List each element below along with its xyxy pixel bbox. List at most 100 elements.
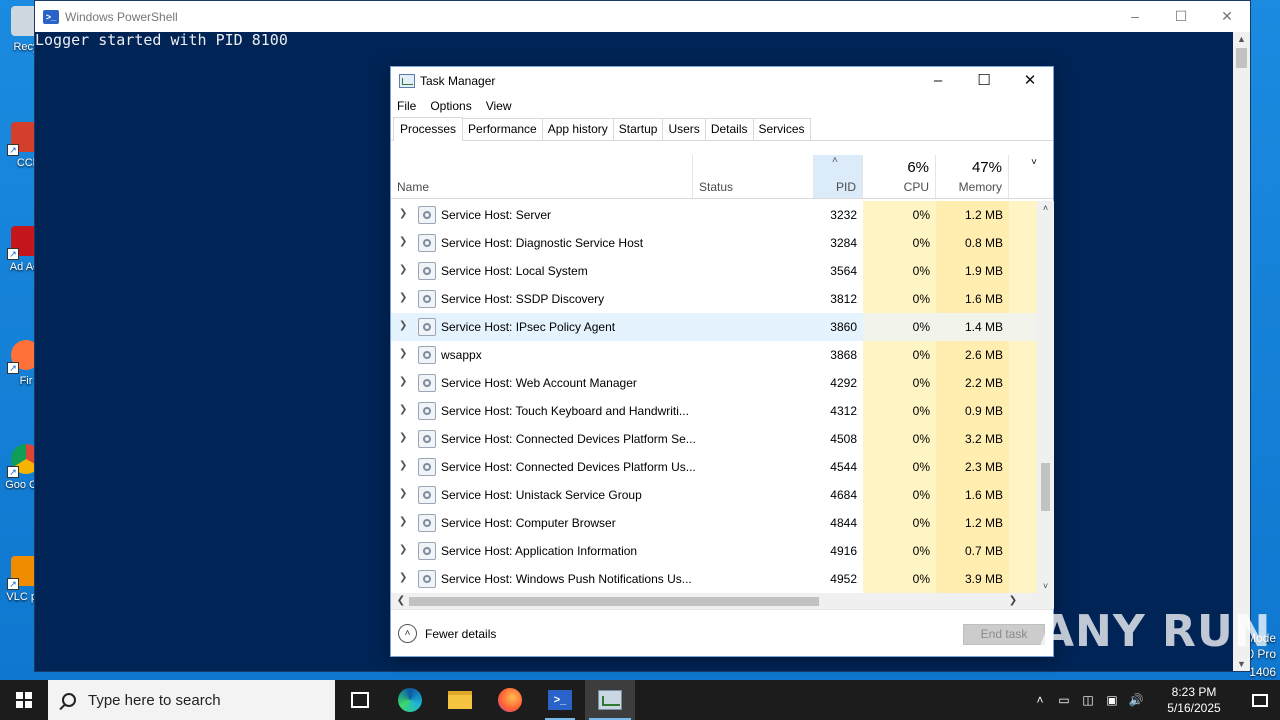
process-pid: 4312 xyxy=(830,404,857,418)
horizontal-scrollbar[interactable]: ❮ ❯ xyxy=(391,593,1037,609)
scroll-up-icon[interactable]: ▲ xyxy=(1233,32,1250,46)
process-row[interactable]: ❯ Service Host: Web Account Manager 4292 0%… xyxy=(391,369,1037,397)
tab-processes[interactable]: Processes xyxy=(393,117,464,141)
powershell-icon: >_ xyxy=(548,690,572,710)
tab-performance[interactable]: Performance xyxy=(462,118,543,140)
process-pid: 4952 xyxy=(830,572,857,586)
process-extra-cell xyxy=(1009,565,1037,593)
chevron-right-icon[interactable]: ❯ xyxy=(399,348,407,359)
chevron-right-icon[interactable]: ❯ xyxy=(399,264,407,275)
memory-total: 47% xyxy=(971,159,1002,176)
scroll-left-icon[interactable]: ❮ xyxy=(393,593,409,609)
task-view-button[interactable] xyxy=(335,680,385,720)
close-button[interactable]: ✕ xyxy=(1007,67,1053,95)
taskbar-firefox[interactable] xyxy=(485,680,535,720)
network-icon[interactable]: ▣ xyxy=(1100,693,1124,707)
taskbar-file-explorer[interactable] xyxy=(435,680,485,720)
chevron-right-icon[interactable]: ❯ xyxy=(399,236,407,247)
process-extra-cell xyxy=(1009,285,1037,313)
scroll-down-icon[interactable]: ▼ xyxy=(1233,657,1250,671)
minimize-button[interactable]: – xyxy=(1112,1,1158,32)
process-row[interactable]: ❯ Service Host: IPsec Policy Agent 3860 0% 1… xyxy=(391,313,1037,341)
process-row[interactable]: ❯ wsappx 3868 0% 2.6 MB xyxy=(391,341,1037,369)
process-name: wsappx xyxy=(441,348,482,362)
process-row[interactable]: ❯ Service Host: Application Information 49… xyxy=(391,537,1037,565)
task-manager-titlebar[interactable]: Task Manager – ☐ ✕ xyxy=(391,67,1053,95)
maximize-button[interactable]: ☐ xyxy=(961,67,1007,95)
column-name[interactable]: Name xyxy=(391,155,693,198)
process-cpu: 0% xyxy=(863,341,936,369)
usb-icon[interactable]: ◫ xyxy=(1076,693,1100,707)
process-list[interactable]: ❯ Service Host: Server 3232 0% 1.2 MB ❯ Servic… xyxy=(391,201,1037,593)
process-row[interactable]: ❯ Service Host: Computer Browser 4844 0% 1.2… xyxy=(391,509,1037,537)
chevron-right-icon[interactable]: ❯ xyxy=(399,544,407,555)
scroll-thumb[interactable] xyxy=(1041,463,1050,511)
taskbar-edge[interactable] xyxy=(385,680,435,720)
chevron-right-icon[interactable]: ❯ xyxy=(399,292,407,303)
scroll-right-icon[interactable]: ❯ xyxy=(1005,593,1021,609)
column-cpu[interactable]: 6% CPU xyxy=(863,155,936,198)
scroll-down-icon[interactable]: ˅ xyxy=(1037,579,1054,593)
process-row[interactable]: ❯ Service Host: Windows Push Notification… xyxy=(391,565,1037,593)
start-button[interactable] xyxy=(0,680,48,720)
process-row[interactable]: ❯ Service Host: Local System 3564 0% 1.9 MB xyxy=(391,257,1037,285)
chevron-right-icon[interactable]: ❯ xyxy=(399,376,407,387)
chevron-right-icon[interactable]: ❯ xyxy=(399,208,407,219)
volume-icon[interactable]: 🔊 xyxy=(1124,693,1148,707)
powershell-titlebar[interactable]: >_ Windows PowerShell – ☐ ✕ xyxy=(35,1,1250,32)
notification-button[interactable] xyxy=(1240,680,1280,720)
process-pid: 3564 xyxy=(830,264,857,278)
process-row[interactable]: ❯ Service Host: Unistack Service Group 468… xyxy=(391,481,1037,509)
process-extra-cell xyxy=(1009,537,1037,565)
chevron-right-icon[interactable]: ❯ xyxy=(399,516,407,527)
process-row[interactable]: ❯ Service Host: Connected Devices Platfor… xyxy=(391,453,1037,481)
process-row[interactable]: ❯ Service Host: SSDP Discovery 3812 0% 1.6 M… xyxy=(391,285,1037,313)
chevron-right-icon[interactable]: ❯ xyxy=(399,460,407,471)
menu-view[interactable]: View xyxy=(486,99,512,113)
minimize-button[interactable]: – xyxy=(915,67,961,95)
end-task-button[interactable]: End task xyxy=(963,624,1045,645)
vertical-scrollbar[interactable]: ˄ ˅ xyxy=(1037,201,1054,593)
tab-details[interactable]: Details xyxy=(704,118,754,140)
process-row[interactable]: ❯ Service Host: Connected Devices Platfor… xyxy=(391,425,1037,453)
process-row[interactable]: ❯ Service Host: Server 3232 0% 1.2 MB xyxy=(391,201,1037,229)
task-manager-window[interactable]: Task Manager – ☐ ✕ File Options View Pro… xyxy=(390,66,1054,657)
chevron-right-icon[interactable]: ❯ xyxy=(399,488,407,499)
column-more[interactable]: ˅ xyxy=(1009,155,1037,198)
process-row[interactable]: ❯ Service Host: Touch Keyboard and Handwr… xyxy=(391,397,1037,425)
tab-app-history[interactable]: App history xyxy=(541,118,614,140)
column-memory[interactable]: 47% Memory xyxy=(936,155,1009,198)
taskbar-task-manager[interactable] xyxy=(585,680,635,720)
taskbar-search[interactable]: Type here to search xyxy=(48,680,335,720)
tab-users[interactable]: Users xyxy=(662,118,706,140)
tablet-icon[interactable]: ▭ xyxy=(1052,693,1076,707)
column-status[interactable]: Status xyxy=(693,155,814,198)
clock[interactable]: 8:23 PM 5/16/2025 xyxy=(1154,684,1234,716)
process-pid: 4544 xyxy=(830,460,857,474)
maximize-button[interactable]: ☐ xyxy=(1158,1,1204,32)
scroll-thumb[interactable] xyxy=(409,597,819,606)
scroll-thumb[interactable] xyxy=(1236,48,1247,68)
scroll-up-icon[interactable]: ˄ xyxy=(1037,201,1054,215)
chevron-right-icon[interactable]: ❯ xyxy=(399,320,407,331)
chevron-right-icon[interactable]: ❯ xyxy=(399,572,407,583)
service-gear-icon xyxy=(418,542,436,560)
menu-options[interactable]: Options xyxy=(430,99,471,113)
process-row[interactable]: ❯ Service Host: Diagnostic Service Host 32… xyxy=(391,229,1037,257)
fewer-details-label: Fewer details xyxy=(425,626,497,641)
chevron-up-icon[interactable]: ˄ xyxy=(1028,693,1052,707)
tab-startup[interactable]: Startup xyxy=(612,118,664,140)
close-button[interactable]: ✕ xyxy=(1204,1,1250,32)
column-pid[interactable]: ˄ PID xyxy=(814,155,863,198)
powershell-scrollbar[interactable]: ▲ ▼ xyxy=(1233,32,1250,671)
process-memory: 1.4 MB xyxy=(936,313,1009,341)
taskbar-powershell[interactable]: >_ xyxy=(535,680,585,720)
desktop-edge-text-build: 1406 xyxy=(1249,665,1276,679)
chevron-right-icon[interactable]: ❯ xyxy=(399,404,407,415)
tab-services[interactable]: Services xyxy=(752,118,811,140)
process-extra-cell xyxy=(1009,509,1037,537)
fewer-details-button[interactable]: ˄ Fewer details xyxy=(398,624,496,643)
chevron-right-icon[interactable]: ❯ xyxy=(399,432,407,443)
menu-file[interactable]: File xyxy=(397,99,416,113)
process-memory: 1.6 MB xyxy=(936,481,1009,509)
